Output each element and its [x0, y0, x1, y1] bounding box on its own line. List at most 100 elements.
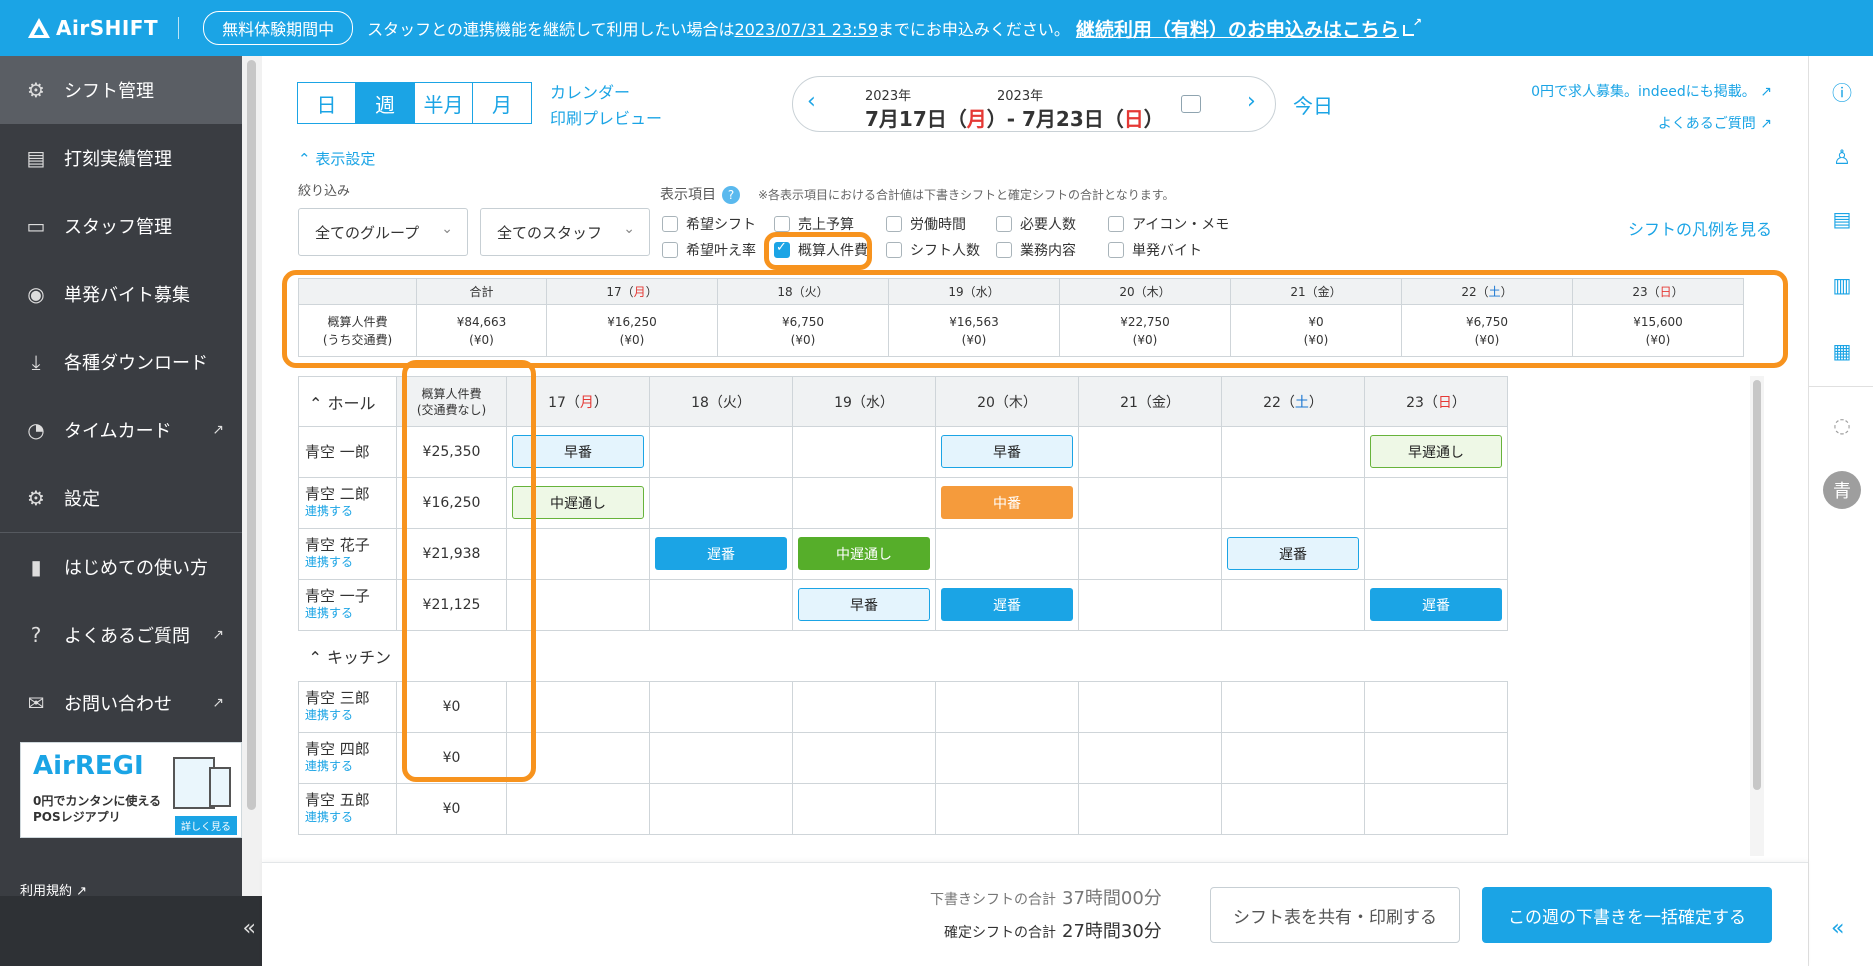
- shift-cell[interactable]: [792, 477, 936, 529]
- sidebar-item-guide[interactable]: ▮ はじめての使い方: [0, 533, 242, 601]
- shift-cell[interactable]: 中番: [935, 477, 1079, 529]
- shift-cell[interactable]: [792, 732, 936, 784]
- view-halfmonth-tab[interactable]: 半月: [413, 82, 474, 124]
- shift-cell[interactable]: [792, 783, 936, 835]
- checkbox-onetime-job[interactable]: 単発バイト: [1108, 240, 1202, 260]
- ad-detail-button[interactable]: 詳しく見る: [175, 816, 237, 835]
- view-week-tab[interactable]: 週: [355, 82, 415, 124]
- staff-name[interactable]: 青空 四郎: [305, 740, 370, 758]
- share-print-button[interactable]: シフト表を共有・印刷する: [1210, 887, 1460, 943]
- shift-cell[interactable]: 遅番: [649, 528, 793, 580]
- shift-cell[interactable]: [506, 579, 650, 631]
- shift-cell[interactable]: [935, 528, 1079, 580]
- shift-cell[interactable]: [792, 426, 936, 478]
- shift-cell[interactable]: 早番: [792, 579, 936, 631]
- chat-icon[interactable]: ◌: [1829, 412, 1855, 438]
- checkbox-shift-count[interactable]: シフト人数: [886, 240, 980, 260]
- sidebar-item-contact[interactable]: ✉ お問い合わせ ↗: [0, 669, 242, 737]
- sidebar-item-download[interactable]: ⤓ 各種ダウンロード: [0, 328, 242, 396]
- shift-cell[interactable]: [1078, 528, 1222, 580]
- add-user-icon[interactable]: ♙: [1829, 144, 1855, 170]
- shift-cell[interactable]: [1364, 783, 1508, 835]
- avatar[interactable]: 青: [1823, 471, 1861, 509]
- info-icon[interactable]: ⓘ: [1829, 78, 1855, 105]
- shift-cell[interactable]: [649, 477, 793, 529]
- sidebar-item-staff[interactable]: ▭ スタッフ管理: [0, 192, 242, 260]
- checkbox-icon-memo[interactable]: アイコン・メモ: [1108, 214, 1229, 234]
- shift-block[interactable]: 遅番: [1370, 588, 1502, 621]
- shift-cell[interactable]: [1078, 732, 1222, 784]
- shift-cell[interactable]: 遅番: [1364, 579, 1508, 631]
- staff-name[interactable]: 青空 一郎: [298, 426, 397, 478]
- shift-cell[interactable]: [1364, 528, 1508, 580]
- staff-name[interactable]: 青空 二郎: [305, 485, 370, 503]
- shift-block[interactable]: 中番: [941, 486, 1073, 519]
- sidebar-item-settings[interactable]: ⚙ 設定: [0, 464, 242, 532]
- timesheet-icon[interactable]: ▥: [1829, 272, 1855, 298]
- sidebar-item-onetime-job[interactable]: ◉ 単発バイト募集: [0, 260, 242, 328]
- shift-legend-link[interactable]: シフトの凡例を見る: [1628, 216, 1772, 240]
- shift-cell[interactable]: [1078, 783, 1222, 835]
- link-staff-link[interactable]: 連携する: [305, 758, 396, 775]
- shift-cell[interactable]: [1221, 426, 1365, 478]
- shift-cell[interactable]: [1364, 477, 1508, 529]
- confirm-week-button[interactable]: この週の下書きを一括確定する: [1482, 887, 1772, 943]
- link-staff-link[interactable]: 連携する: [305, 554, 396, 571]
- sidebar-scroll-thumb[interactable]: [247, 60, 256, 810]
- shift-cell[interactable]: [1221, 477, 1365, 529]
- sidebar-item-shift[interactable]: ⚙ シフト管理: [0, 56, 242, 124]
- shift-cell[interactable]: [506, 732, 650, 784]
- staff-name[interactable]: 青空 花子: [305, 536, 370, 554]
- shift-cell[interactable]: 中遅通し: [506, 477, 650, 529]
- sidebar-scrollbar[interactable]: [242, 56, 262, 896]
- shift-cell[interactable]: [649, 426, 793, 478]
- group-select[interactable]: 全てのグループ ⌄: [298, 208, 468, 256]
- staff-name[interactable]: 青空 一子: [305, 587, 370, 605]
- checkbox-task-content[interactable]: 業務内容: [996, 240, 1076, 260]
- shift-cell[interactable]: [1078, 426, 1222, 478]
- staff-name[interactable]: 青空 五郎: [305, 791, 370, 809]
- shift-cell[interactable]: 遅番: [1221, 528, 1365, 580]
- link-staff-link[interactable]: 連携する: [305, 503, 396, 520]
- shift-cell[interactable]: 早番: [506, 426, 650, 478]
- indeed-promo-link[interactable]: 0円で求人募集。indeedにも掲載。 ↗: [1531, 76, 1772, 108]
- shift-cell[interactable]: 早番: [935, 426, 1079, 478]
- help-icon[interactable]: ?: [722, 186, 740, 204]
- checkbox-estimated-labor-cost[interactable]: 概算人件費: [774, 240, 868, 260]
- shift-block[interactable]: 遅番: [941, 588, 1073, 621]
- collapse-rail-icon[interactable]: «: [1831, 916, 1844, 941]
- view-day-tab[interactable]: 日: [296, 82, 357, 124]
- shift-cell[interactable]: [935, 681, 1079, 733]
- shift-cell[interactable]: [1221, 732, 1365, 784]
- shift-cell[interactable]: [649, 681, 793, 733]
- checkbox-work-hours[interactable]: 労働時間: [886, 214, 966, 234]
- shift-block[interactable]: 遅番: [1227, 537, 1359, 570]
- shift-cell[interactable]: [1364, 732, 1508, 784]
- link-staff-link[interactable]: 連携する: [305, 809, 396, 826]
- today-button[interactable]: 今日: [1293, 90, 1333, 119]
- shift-cell[interactable]: [935, 732, 1079, 784]
- shift-cell[interactable]: [1221, 681, 1365, 733]
- staff-check-icon[interactable]: ▦: [1829, 338, 1855, 364]
- view-month-tab[interactable]: 月: [472, 82, 532, 124]
- faq-link[interactable]: よくあるご質問 ↗: [1531, 108, 1772, 140]
- sidebar-item-faq[interactable]: ? よくあるご質問 ↗: [0, 601, 242, 669]
- group-kitchen-toggle[interactable]: ⌃ キッチン: [298, 630, 397, 682]
- checkbox-sales-budget[interactable]: 売上予算: [774, 214, 854, 234]
- shift-cell[interactable]: [506, 783, 650, 835]
- shift-cell[interactable]: [506, 528, 650, 580]
- shift-block[interactable]: 早番: [941, 435, 1073, 468]
- checkbox-wish-rate[interactable]: 希望叶え率: [662, 240, 756, 260]
- shift-block[interactable]: 中遅通し: [512, 486, 644, 519]
- staff-name[interactable]: 青空 三郎: [305, 689, 370, 707]
- paid-plan-link[interactable]: 継続利用（有料）のお申込みはこちら: [1076, 15, 1422, 42]
- shift-block[interactable]: 早番: [798, 588, 930, 621]
- link-staff-link[interactable]: 連携する: [305, 707, 396, 724]
- calendar-icon[interactable]: [1181, 95, 1201, 113]
- shift-cell[interactable]: [792, 681, 936, 733]
- main-scroll-thumb[interactable]: [1753, 380, 1761, 790]
- shift-cell[interactable]: [649, 732, 793, 784]
- shift-cell[interactable]: [1078, 477, 1222, 529]
- shift-cell[interactable]: 遅番: [935, 579, 1079, 631]
- prev-week-icon[interactable]: ‹: [807, 89, 816, 114]
